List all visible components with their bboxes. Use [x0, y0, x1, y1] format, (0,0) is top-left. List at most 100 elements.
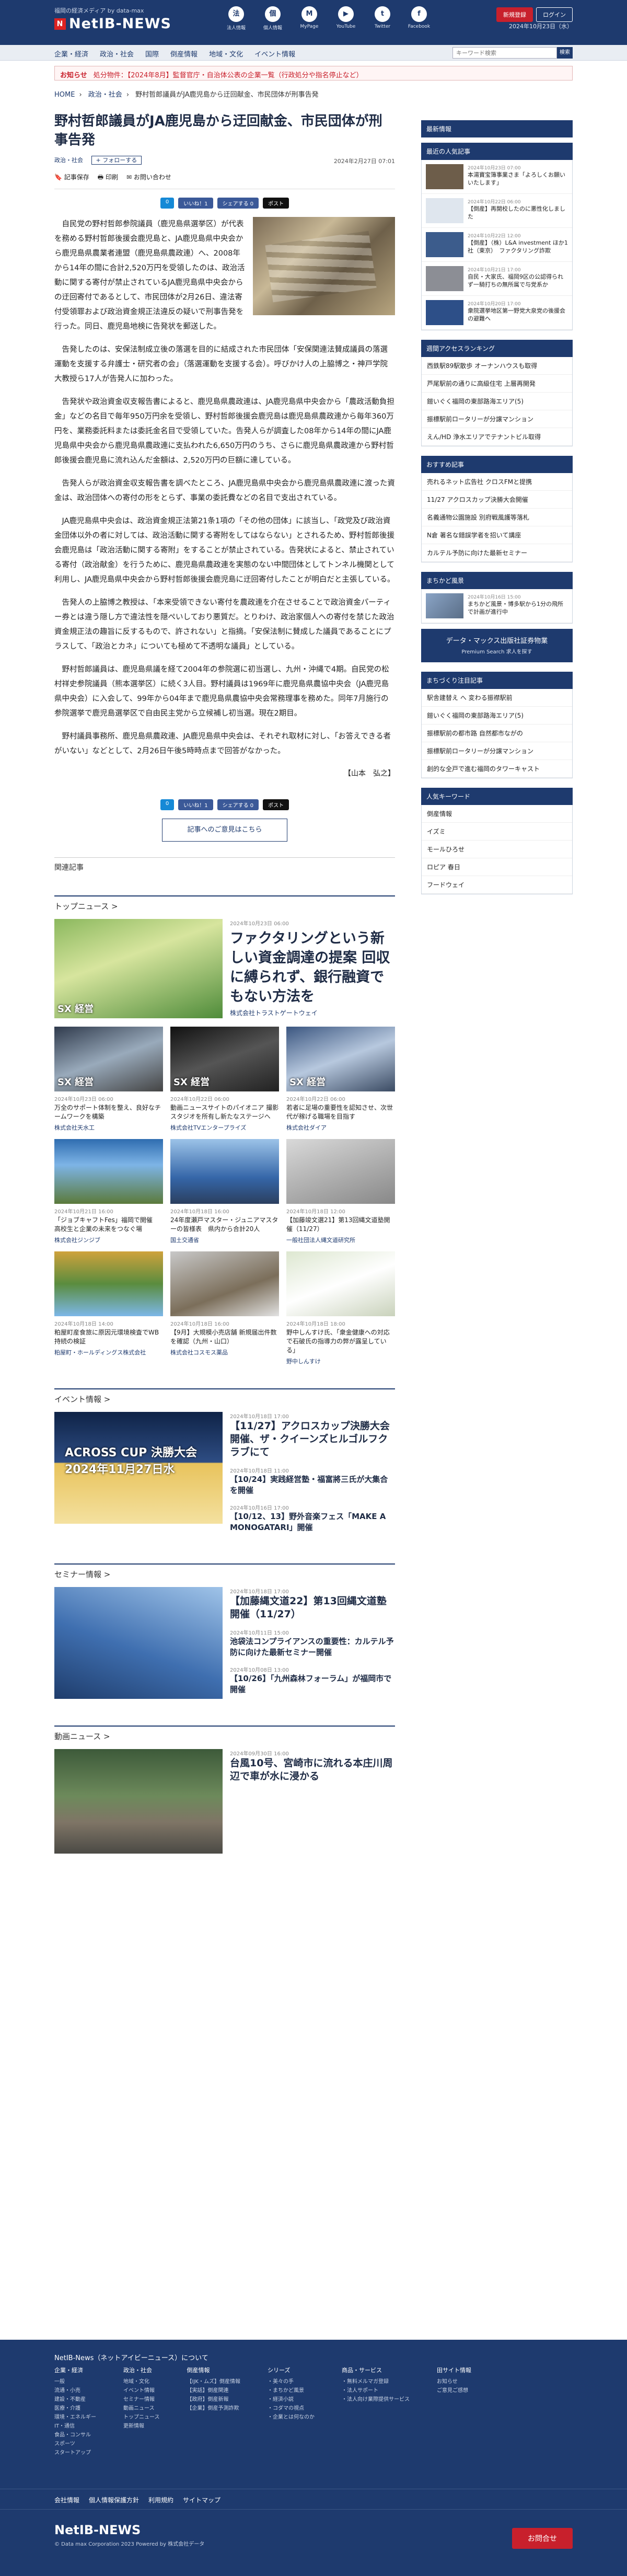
- print-button[interactable]: 🖶 印刷: [98, 172, 118, 183]
- top-news-title[interactable]: トップニュース >: [54, 901, 395, 912]
- x-post-button-bottom[interactable]: ポスト: [263, 799, 289, 810]
- local-item[interactable]: 駅舎建替え へ 変わる振襟駅前: [422, 689, 572, 707]
- footer-column-heading[interactable]: シリーズ: [268, 2366, 315, 2374]
- header-link-5[interactable]: f Facebook: [404, 6, 434, 31]
- facebook-share-button-bottom[interactable]: シェアする 0: [217, 799, 259, 810]
- footer-link[interactable]: 医療・介護: [54, 2404, 96, 2413]
- access-ranking-item[interactable]: えん/HD 浄水エリアでテナントビル取得: [422, 428, 572, 446]
- breadcrumb-category[interactable]: 政治・社会: [88, 91, 122, 99]
- footer-link[interactable]: IT・通信: [54, 2422, 96, 2431]
- sidebar-ad-banner[interactable]: データ・マックス出版社証券物業 Premium Search 求人を探す: [421, 629, 573, 662]
- header-link-3[interactable]: ▶ YouTube: [331, 6, 361, 31]
- nav-item[interactable]: 地域・文化: [209, 49, 243, 59]
- local-item[interactable]: 振標駅前の都市路 自然都市ながの: [422, 724, 572, 742]
- local-item[interactable]: 鎧いぐく福岡の東部路海エリア(5): [422, 707, 572, 724]
- save-article-button[interactable]: 🔖 記事保存: [54, 172, 89, 183]
- access-ranking-item[interactable]: 西鉄駅89駅散歩 オーナンハウスも取得: [422, 357, 572, 375]
- footer-link[interactable]: 【政府】倒産新報: [187, 2395, 240, 2404]
- footer-column-heading[interactable]: 田サイト情報: [437, 2366, 471, 2374]
- top-news-card[interactable]: SX 経営 2024年10月23日 06:00 万全のサポート体制を整え、良好なチー…: [54, 1027, 163, 1132]
- footer-link[interactable]: お知らせ: [437, 2377, 471, 2386]
- recommend-item[interactable]: N倉 著名な錯誤学者を招いて講座: [422, 526, 572, 544]
- footer-bar-link[interactable]: 会社情報: [54, 2496, 79, 2504]
- latest-item[interactable]: 2024年10月22日 12:00 【倒産】（株）L&A investment ほ…: [422, 228, 572, 262]
- footer-bar-link[interactable]: 個人情報保護方針: [89, 2496, 139, 2504]
- footer-link[interactable]: 一般: [54, 2377, 96, 2386]
- news-list-item[interactable]: 2024年10月16日 17:00 【10/12、13】野外音楽フェス「MAKE …: [230, 1503, 395, 1533]
- footer-link[interactable]: 地域・文化: [123, 2377, 160, 2386]
- footer-link[interactable]: ・無料メルマガ登録: [342, 2377, 410, 2386]
- facebook-share-button[interactable]: シェアする 0: [217, 198, 259, 209]
- feedback-button[interactable]: 記事へのご意見はこちら: [162, 819, 287, 842]
- article-category[interactable]: 政治・社会: [54, 157, 83, 164]
- keyword-link[interactable]: 倒産情報: [422, 805, 572, 823]
- footer-link[interactable]: 【実話】倒産関連: [187, 2386, 240, 2395]
- hatena-share-button-bottom[interactable]: 0: [160, 799, 175, 810]
- breadcrumb-home[interactable]: HOME: [54, 91, 75, 99]
- top-news-card[interactable]: 2024年10月21日 16:00 「ジョブキャフトFes」福岡で開催 高校生と企…: [54, 1139, 163, 1244]
- facebook-like-button[interactable]: いいね！1: [178, 198, 213, 209]
- footer-link[interactable]: 流通・小売: [54, 2386, 96, 2395]
- news-list-item[interactable]: 2024年10月18日 17:00 【11/27】アクロスカップ決勝大会開催、ザ・…: [230, 1412, 395, 1459]
- footer-bar-link[interactable]: サイトマップ: [183, 2496, 220, 2504]
- recommend-item[interactable]: カルテル予防に向けた最新セミナー: [422, 544, 572, 562]
- follow-button[interactable]: + フォローする: [91, 156, 142, 165]
- nav-item[interactable]: イベント情報: [254, 49, 295, 59]
- news-list-item[interactable]: 2024年10月11日 15:00 池袋法コンプライアンスの重要性：カルテル予防に…: [230, 1628, 395, 1658]
- video-title[interactable]: 動画ニュース >: [54, 1731, 395, 1742]
- top-news-card[interactable]: SX 経営 2024年10月22日 06:00 動画ニュースサイトのパイオニア 撮影…: [170, 1027, 279, 1132]
- recommend-item[interactable]: 名義通物公園施設 別府戦風護等落札: [422, 509, 572, 526]
- footer-link[interactable]: ・美々の手: [268, 2377, 315, 2386]
- footer-column-heading[interactable]: 倒産情報: [187, 2366, 240, 2374]
- footer-link[interactable]: スタートアップ: [54, 2448, 96, 2457]
- footer-column-heading[interactable]: 政治・社会: [123, 2366, 160, 2374]
- register-button[interactable]: 新規登録: [496, 7, 533, 22]
- news-list-item[interactable]: 2024年10月18日 11:00 【10/24】実践経営塾・福富將三氏が大集合を…: [230, 1466, 395, 1496]
- header-link-1[interactable]: 個個人情報: [258, 6, 287, 31]
- top-news-card[interactable]: 2024年10月18日 12:00 【加藤竣文選21】第13回縄文道塾開催（11/…: [286, 1139, 395, 1244]
- top-news-card[interactable]: 2024年10月18日 18:00 野中しんすけ氏、「衆金健康への対応で石破氏の指…: [286, 1251, 395, 1365]
- footer-logo[interactable]: NetIB-NEWS © Data max Corporation 2023 P…: [54, 2523, 204, 2547]
- site-logo[interactable]: 福岡の経済メディア by data-max N NetIB-NEWS: [54, 6, 171, 32]
- news-list-item[interactable]: 2024年09月30日 16:00 台風10号、宮崎市に流れる本庄川周辺で車が水に…: [230, 1749, 395, 1783]
- footer-link[interactable]: イベント情報: [123, 2386, 160, 2395]
- latest-item[interactable]: 2024年10月21日 17:00 自民・大家氏、福岡9区の公認得られず一騎打ちの…: [422, 262, 572, 296]
- footer-link[interactable]: ・企業とは何なのか: [268, 2413, 315, 2422]
- top-news-card[interactable]: 2024年10月18日 16:00 【9月】大規模小売店舗 新規届出件数を確認（九…: [170, 1251, 279, 1365]
- header-link-2[interactable]: M MyPage: [295, 6, 324, 31]
- search-button[interactable]: 検索: [557, 47, 573, 59]
- recommend-item[interactable]: 11/27 アクロスカップ決勝大会開催: [422, 491, 572, 509]
- news-list-item[interactable]: 2024年10月08日 13:00 【10/26】「九州森林フォーラム」が福岡市で…: [230, 1665, 395, 1695]
- keyword-link[interactable]: イズミ: [422, 823, 572, 841]
- login-button[interactable]: ログイン: [536, 7, 573, 22]
- pickup-item[interactable]: 2024年10月16日 15:00 まちかど風景・博多駅から1分の飛所で計画が進行…: [422, 589, 572, 623]
- top-news-card[interactable]: 2024年10月18日 16:00 24年度瀬戸マスター・ジュニアマスターの皆様表…: [170, 1139, 279, 1244]
- search-input[interactable]: [452, 47, 557, 59]
- keyword-link[interactable]: フードウェイ: [422, 876, 572, 894]
- nav-item[interactable]: 政治・社会: [100, 49, 134, 59]
- footer-column-heading[interactable]: 企業・経済: [54, 2366, 96, 2374]
- footer-link[interactable]: 動画ニュース: [123, 2404, 160, 2413]
- latest-item[interactable]: 2024年10月23日 07:00 本湯寶宝簿事業さま「よろしくお願いいたします」: [422, 160, 572, 194]
- header-link-0[interactable]: 法法人情報: [222, 6, 251, 31]
- nav-item[interactable]: 倒産情報: [170, 49, 198, 59]
- footer-link[interactable]: ・法人向け業際提供サービス: [342, 2395, 410, 2404]
- footer-link[interactable]: 環境・エネルギー: [54, 2413, 96, 2422]
- footer-link[interactable]: 【IJK・ムズ】倒産情報: [187, 2377, 240, 2386]
- footer-link[interactable]: ・経済小説: [268, 2395, 315, 2404]
- footer-link[interactable]: スポーツ: [54, 2440, 96, 2448]
- nav-item[interactable]: 国際: [145, 49, 159, 59]
- top-news-feature[interactable]: SX 経営 2024年10月23日 06:00 ファクタリングという新しい資金調…: [54, 919, 395, 1018]
- latest-item[interactable]: 2024年10月22日 06:00 【倒産】再開校したのに悪性化しました: [422, 194, 572, 228]
- footer-link[interactable]: セミナー情報: [123, 2395, 160, 2404]
- header-link-4[interactable]: t Twitter: [368, 6, 397, 31]
- footer-link[interactable]: ご意見ご感想: [437, 2386, 471, 2395]
- footer-column-heading[interactable]: 商品・サービス: [342, 2366, 410, 2374]
- latest-item[interactable]: 2024年10月20日 17:00 衆院選挙地区第一野党大泉党の後援会の避難へ: [422, 296, 572, 330]
- nav-item[interactable]: 企業・経済: [54, 49, 88, 59]
- access-ranking-item[interactable]: 芦尾駅前の通りに高級住宅 上層再開発: [422, 375, 572, 393]
- recommend-item[interactable]: 売れるネット広告社 クロスFMと提携: [422, 473, 572, 491]
- video-image[interactable]: [54, 1749, 223, 1854]
- footer-link[interactable]: 食品・コンサル: [54, 2431, 96, 2440]
- news-list-item[interactable]: 2024年10月18日 17:00 【加藤縄文道22】第13回縄文道塾開催（11/…: [230, 1587, 395, 1621]
